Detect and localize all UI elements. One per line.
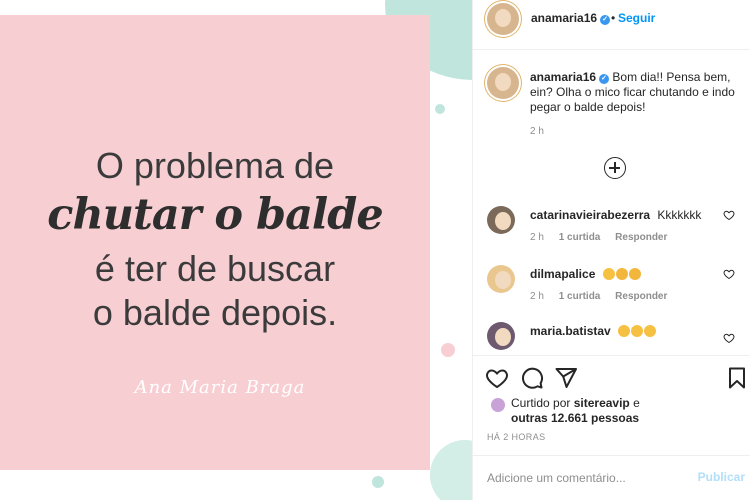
separator-dot: • (611, 11, 616, 25)
load-more-comments-icon[interactable] (604, 157, 626, 179)
quote-line-3: é ter de buscar (94, 248, 336, 289)
post-timestamp[interactable]: HÁ 2 HORAS (487, 432, 546, 442)
post-image[interactable]: O problema de chutar o balde é ter de bu… (0, 0, 472, 500)
avatar[interactable] (487, 67, 519, 99)
comment-avatar[interactable] (487, 322, 515, 350)
rofl-emoji-icon (644, 325, 657, 337)
mint-blob-small-decoration (430, 440, 472, 500)
comment-item: dilmapalice 2 h 1 curtida Responder (487, 265, 747, 315)
comment-bubble-icon[interactable] (520, 366, 544, 390)
avatar[interactable] (487, 3, 519, 35)
comment-input[interactable] (487, 468, 687, 488)
follow-button[interactable]: Seguir (618, 11, 655, 25)
caption-time[interactable]: 2 h (530, 126, 544, 137)
comment-text: dilmapalice (530, 267, 642, 281)
comment-text: catarinavieirabezerra Kkkkkkk (530, 208, 701, 222)
share-paper-plane-icon[interactable] (554, 366, 578, 390)
post-header: anamaria16 ✓ • Seguir (473, 0, 750, 50)
comment-likes[interactable]: 1 curtida (559, 291, 601, 302)
quote-line-4: o balde depois. (92, 292, 338, 333)
publish-button[interactable]: Publicar (698, 470, 745, 484)
verified-badge-icon: ✓ (600, 15, 611, 25)
comment-body: Kkkkkkk (657, 208, 702, 222)
comment-meta: 2 h 1 curtida Responder (530, 232, 679, 243)
like-comment-heart-icon[interactable] (723, 268, 735, 280)
comment-box: Publicar (473, 455, 750, 500)
rofl-emoji-icon (631, 325, 644, 337)
comment-username[interactable]: catarinavieirabezerra (530, 208, 650, 222)
comment-text: maria.batistav (530, 324, 657, 338)
comment-avatar[interactable] (487, 265, 515, 293)
quote-card (0, 15, 430, 470)
comment-item: catarinavieirabezerra Kkkkkkk 2 h 1 curt… (487, 206, 747, 256)
rofl-emoji-icon (618, 325, 631, 337)
comment-avatar[interactable] (487, 206, 515, 234)
caption-text: anamaria16 ✓ Bom dia!! Pensa bem, ein? Ol… (530, 70, 746, 115)
comment-time[interactable]: 2 h (530, 232, 544, 243)
heart-icon[interactable] (485, 366, 509, 390)
reply-button[interactable]: Responder (615, 291, 667, 302)
clapping-emoji-icon (615, 268, 628, 280)
liker-avatar[interactable] (491, 398, 505, 412)
post-sidebar: anamaria16 ✓ • Seguir anamaria16 ✓ Bom dia… (472, 0, 750, 500)
clapping-emoji-icon (628, 268, 641, 280)
likes-summary[interactable]: Curtido por sitereavip e outras 12.661 p… (511, 396, 640, 426)
verified-badge-icon: ✓ (599, 74, 610, 84)
mint-dot-decoration (435, 104, 445, 114)
grinning-emoji-icon (602, 268, 615, 280)
comment-meta: 2 h 1 curtida Responder (530, 291, 679, 302)
comment-username[interactable]: dilmapalice (530, 267, 595, 281)
mint-dot-decoration (372, 476, 384, 488)
comment-time[interactable]: 2 h (530, 291, 544, 302)
action-bar: Curtido por sitereavip e outras 12.661 p… (473, 355, 750, 465)
caption-username[interactable]: anamaria16 ✓ (530, 70, 610, 84)
reply-button[interactable]: Responder (615, 232, 667, 243)
quote-script-line: chutar o balde (47, 190, 383, 240)
signature: Ana Maria Braga (134, 377, 306, 398)
pink-dot-decoration (441, 343, 455, 357)
comment-username[interactable]: maria.batistav (530, 324, 611, 338)
like-comment-heart-icon[interactable] (723, 209, 735, 221)
header-username[interactable]: anamaria16 ✓ (531, 11, 611, 25)
bookmark-icon[interactable] (725, 366, 749, 390)
like-comment-heart-icon[interactable] (723, 332, 735, 344)
quote-line-1: O problema de (95, 145, 335, 186)
comment-likes[interactable]: 1 curtida (559, 232, 601, 243)
